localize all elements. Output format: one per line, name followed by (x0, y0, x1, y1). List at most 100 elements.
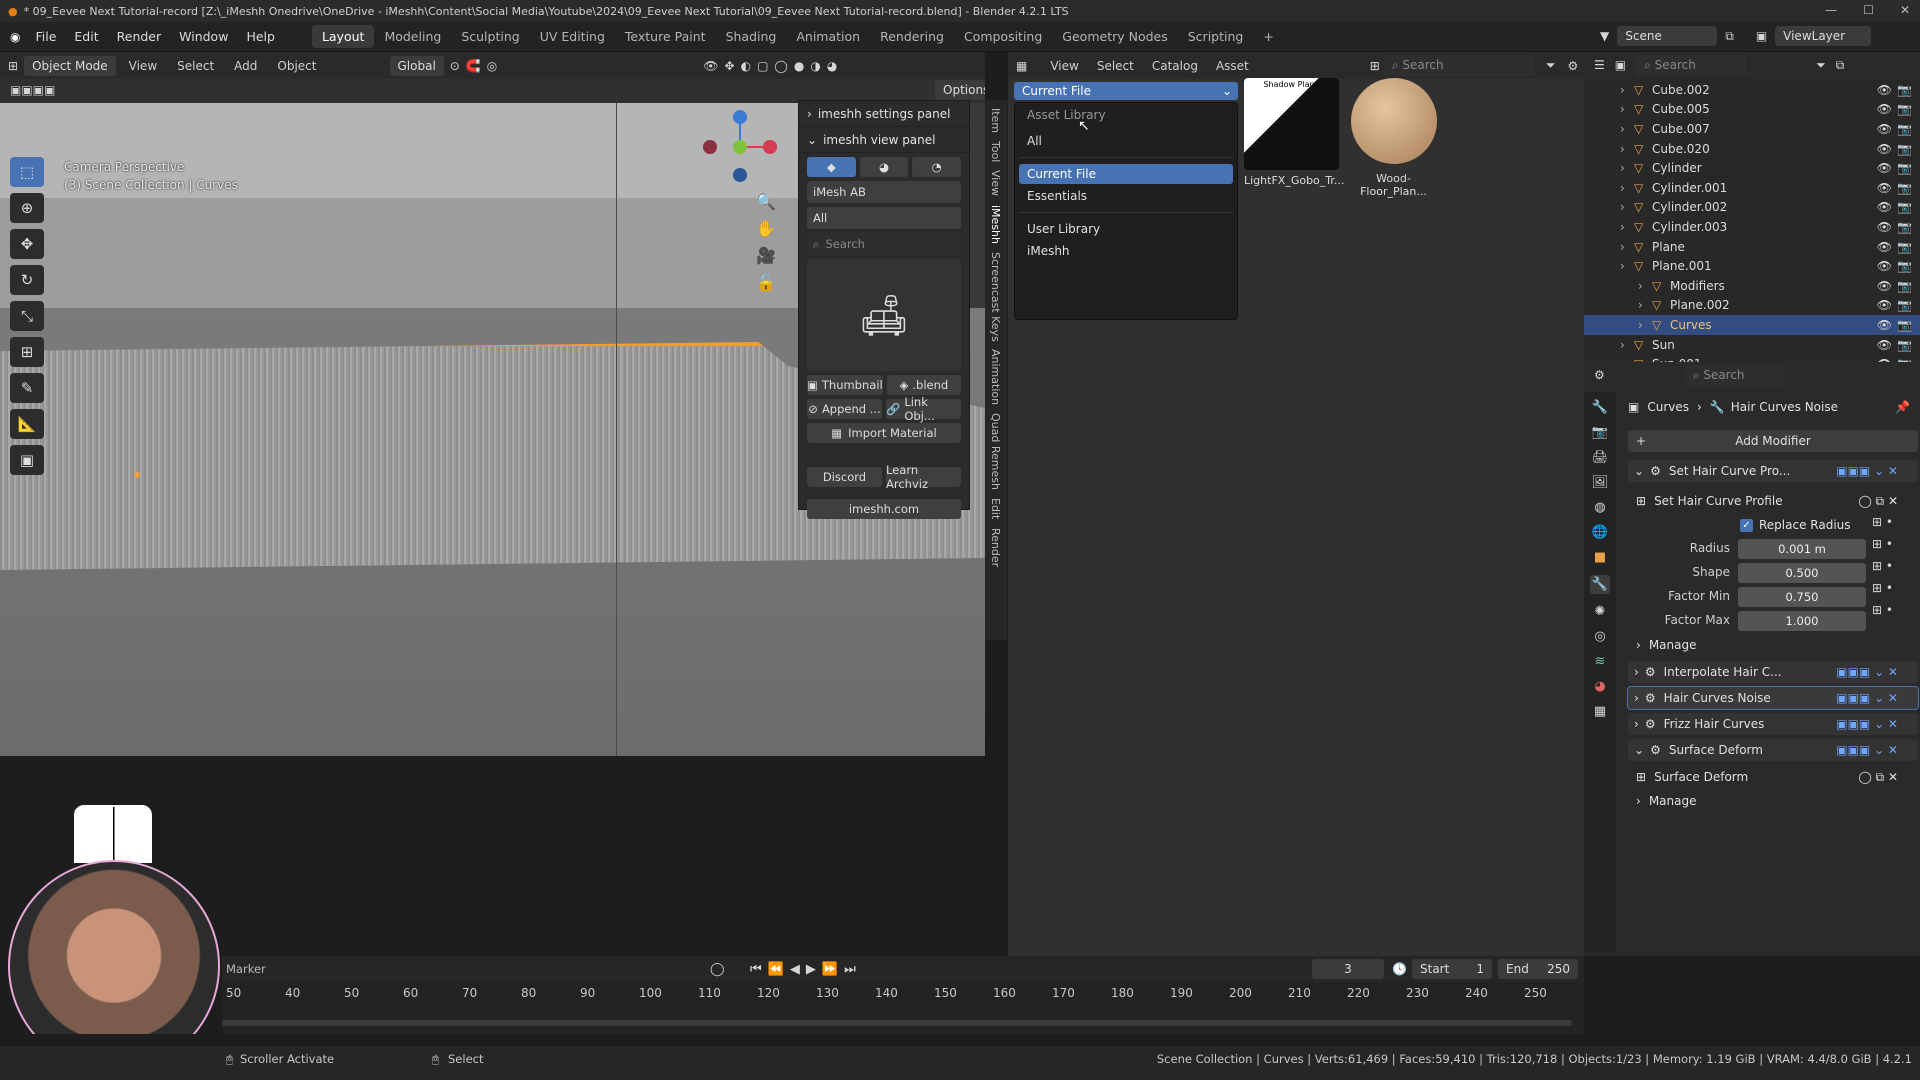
pin-icon[interactable]: 📌 (1895, 400, 1910, 414)
keyframe-icon[interactable]: ⊞ • (1872, 581, 1893, 595)
viewlayer-selector[interactable]: ViewLayer (1775, 26, 1872, 46)
modifier-interpolate-hair-curves[interactable]: › ⚙ Interpolate Hair C... ▣▣▣ ⌄ ✕ (1628, 661, 1918, 683)
imeshh-settings-header[interactable]: › imeshh settings panel (799, 101, 969, 127)
eye-icon[interactable]: 👁 (1877, 83, 1892, 97)
tab-layout[interactable]: Layout (311, 25, 375, 48)
view-layer-tab-icon[interactable]: 🖼 (1592, 475, 1609, 490)
chevron-right-icon[interactable]: › (1638, 318, 1652, 332)
editor-type-icon[interactable]: ⊞ (8, 59, 18, 73)
eye-icon[interactable]: 👁 (1877, 338, 1892, 352)
models-tab-icon[interactable]: ◆ (807, 157, 856, 177)
proportional-icon[interactable]: ◎ (487, 59, 497, 73)
asset-preview[interactable]: 🛋 (807, 259, 961, 371)
tab-animation[interactable]: Animation (786, 25, 870, 48)
sidebar-tab-quad-remesh[interactable]: Quad Remesh (989, 413, 1002, 490)
new-collection-icon[interactable]: ⧉ (1836, 58, 1845, 73)
options-button[interactable]: Options (935, 80, 985, 100)
append-button[interactable]: ⊘ Append ... (807, 399, 882, 419)
outliner-search-input[interactable]: ⌕ Search (1636, 54, 1747, 76)
gizmo-icon[interactable]: ✥ (725, 59, 735, 73)
texture-tab-icon[interactable]: ▦ (1594, 704, 1606, 719)
thumbnail-button[interactable]: ▣ Thumbnail (807, 375, 883, 395)
pan-hand-icon[interactable]: ✋ (756, 219, 776, 238)
sidebar-tab-render[interactable]: Render (989, 528, 1002, 567)
physics-tab-icon[interactable]: ◎ (1594, 629, 1605, 644)
solid-shading-icon[interactable]: ● (794, 59, 804, 73)
render-camera-icon[interactable]: 📷 (1897, 298, 1912, 312)
eye-icon[interactable]: 👁 (1877, 259, 1892, 273)
render-camera-icon[interactable]: 📷 (1897, 83, 1912, 97)
library-option-all[interactable]: All (1019, 131, 1233, 151)
library-option-essentials[interactable]: Essentials (1019, 186, 1233, 206)
eye-icon[interactable]: 👁 (1877, 279, 1892, 293)
keyframe-icon[interactable]: ⊞ • (1872, 603, 1893, 617)
cursor-tool-icon[interactable]: ⊕ (10, 193, 44, 223)
render-camera-icon[interactable]: 📷 (1897, 220, 1912, 234)
chevron-right-icon[interactable]: › (1638, 279, 1652, 293)
factor-min-field[interactable]: 0.750 (1738, 587, 1866, 607)
render-tab-icon[interactable]: 📷 (1592, 425, 1608, 440)
sidebar-tab-tool[interactable]: Tool (989, 141, 1002, 162)
eye-icon[interactable]: 👁 (1877, 200, 1892, 214)
asset-thumbnail[interactable]: Shadow Plane LightFX_Gobo_Tr... (1244, 78, 1344, 187)
library-option-current-file[interactable]: Current File (1019, 164, 1233, 184)
filter-icon[interactable]: ⏷ (1546, 58, 1556, 73)
render-camera-icon[interactable]: 📷 (1897, 142, 1912, 156)
editor-type-icon[interactable]: ☰ (1594, 58, 1605, 72)
move-tool-icon[interactable]: ✥ (10, 229, 44, 259)
chevron-right-icon[interactable]: › (1620, 181, 1634, 195)
asset-thumbnail[interactable]: Wood-Floor_Plan... (1346, 78, 1441, 198)
render-camera-icon[interactable]: 📷 (1897, 161, 1912, 175)
radius-field[interactable]: 0.001 m (1738, 539, 1866, 559)
eye-icon[interactable]: 👁 (1877, 142, 1892, 156)
eye-icon[interactable]: 👁 (1877, 161, 1892, 175)
transform-tool-icon[interactable]: ⊞ (10, 337, 44, 367)
maximize-icon[interactable]: ☐ (1863, 3, 1874, 17)
render-camera-icon[interactable]: 📷 (1897, 240, 1912, 254)
eye-icon[interactable]: 👁 (1877, 220, 1892, 234)
manage-panel-2[interactable]: › Manage (1636, 790, 1920, 812)
checkbox-checked-icon[interactable]: ✓ (1740, 518, 1753, 532)
chevron-right-icon[interactable]: › (1620, 122, 1634, 136)
chevron-right-icon[interactable]: › (1620, 240, 1634, 254)
materials-tab-icon[interactable]: ◕ (859, 157, 909, 177)
timeline-ruler[interactable]: 50 40 50 60 70 80 90 100 110 120 130 140 150 160 170 18… (222, 982, 1584, 1004)
viewport-menu-add[interactable]: Add (227, 59, 264, 73)
marker-menu[interactable]: Marker (226, 962, 266, 976)
imeshh-search-input[interactable]: ⌕ Search (807, 233, 961, 255)
library-option-imeshh[interactable]: iMeshh (1019, 241, 1233, 261)
sidebar-tab-edit[interactable]: Edit (989, 498, 1002, 519)
asset-menu-select[interactable]: Select (1090, 59, 1141, 73)
chevron-right-icon[interactable]: › (1620, 142, 1634, 156)
node-group-surface-deform[interactable]: ⊞ Surface Deform ◯ ⧉ ✕ (1628, 766, 1918, 788)
library-option-user-library[interactable]: User Library (1019, 219, 1233, 239)
tab-shading[interactable]: Shading (716, 25, 787, 48)
pivot-icon[interactable]: ⊙ (450, 59, 460, 73)
eye-icon[interactable]: 👁 (1877, 122, 1892, 136)
tab-sculpting[interactable]: Sculpting (451, 25, 529, 48)
outliner-item[interactable]: › ▽ Cube.007 👁 📷 (1584, 119, 1920, 139)
menu-render[interactable]: Render (108, 29, 171, 44)
node-group-set-hair-curve-profile[interactable]: ⊞ Set Hair Curve Profile ◯ ⧉ ✕ (1628, 490, 1918, 512)
render-camera-icon[interactable]: 📷 (1897, 279, 1912, 293)
chevron-right-icon[interactable]: › (1638, 298, 1652, 312)
outliner-item[interactable]: › ▽ Modifiers 👁 📷 (1584, 276, 1920, 296)
render-camera-icon[interactable]: 📷 (1897, 318, 1912, 332)
chevron-right-icon[interactable]: › (1620, 338, 1634, 352)
render-camera-icon[interactable]: 📷 (1897, 122, 1912, 136)
discord-button[interactable]: Discord (807, 467, 882, 487)
xray-icon[interactable]: ▢ (757, 59, 768, 73)
modifier-hair-curves-noise[interactable]: › ⚙ Hair Curves Noise ▣▣▣ ⌄ ✕ (1627, 686, 1919, 710)
render-camera-icon[interactable]: 📷 (1897, 200, 1912, 214)
tab-geometry-nodes[interactable]: Geometry Nodes (1052, 25, 1177, 48)
snap-icon[interactable]: 🧲 (466, 59, 481, 73)
chevron-right-icon[interactable]: › (1620, 220, 1634, 234)
menu-help[interactable]: Help (237, 29, 284, 44)
playback-controls[interactable]: ⏮⏪◀▶⏩⏭ (750, 962, 862, 977)
chevron-right-icon[interactable]: › (1620, 102, 1634, 116)
shape-field[interactable]: 0.500 (1738, 563, 1866, 583)
data-tab-icon[interactable]: ≋ (1595, 654, 1606, 669)
eye-icon[interactable]: 👁 (1877, 298, 1892, 312)
asset-menu-asset[interactable]: Asset (1209, 59, 1256, 73)
sidebar-tab-view[interactable]: View (989, 170, 1002, 196)
